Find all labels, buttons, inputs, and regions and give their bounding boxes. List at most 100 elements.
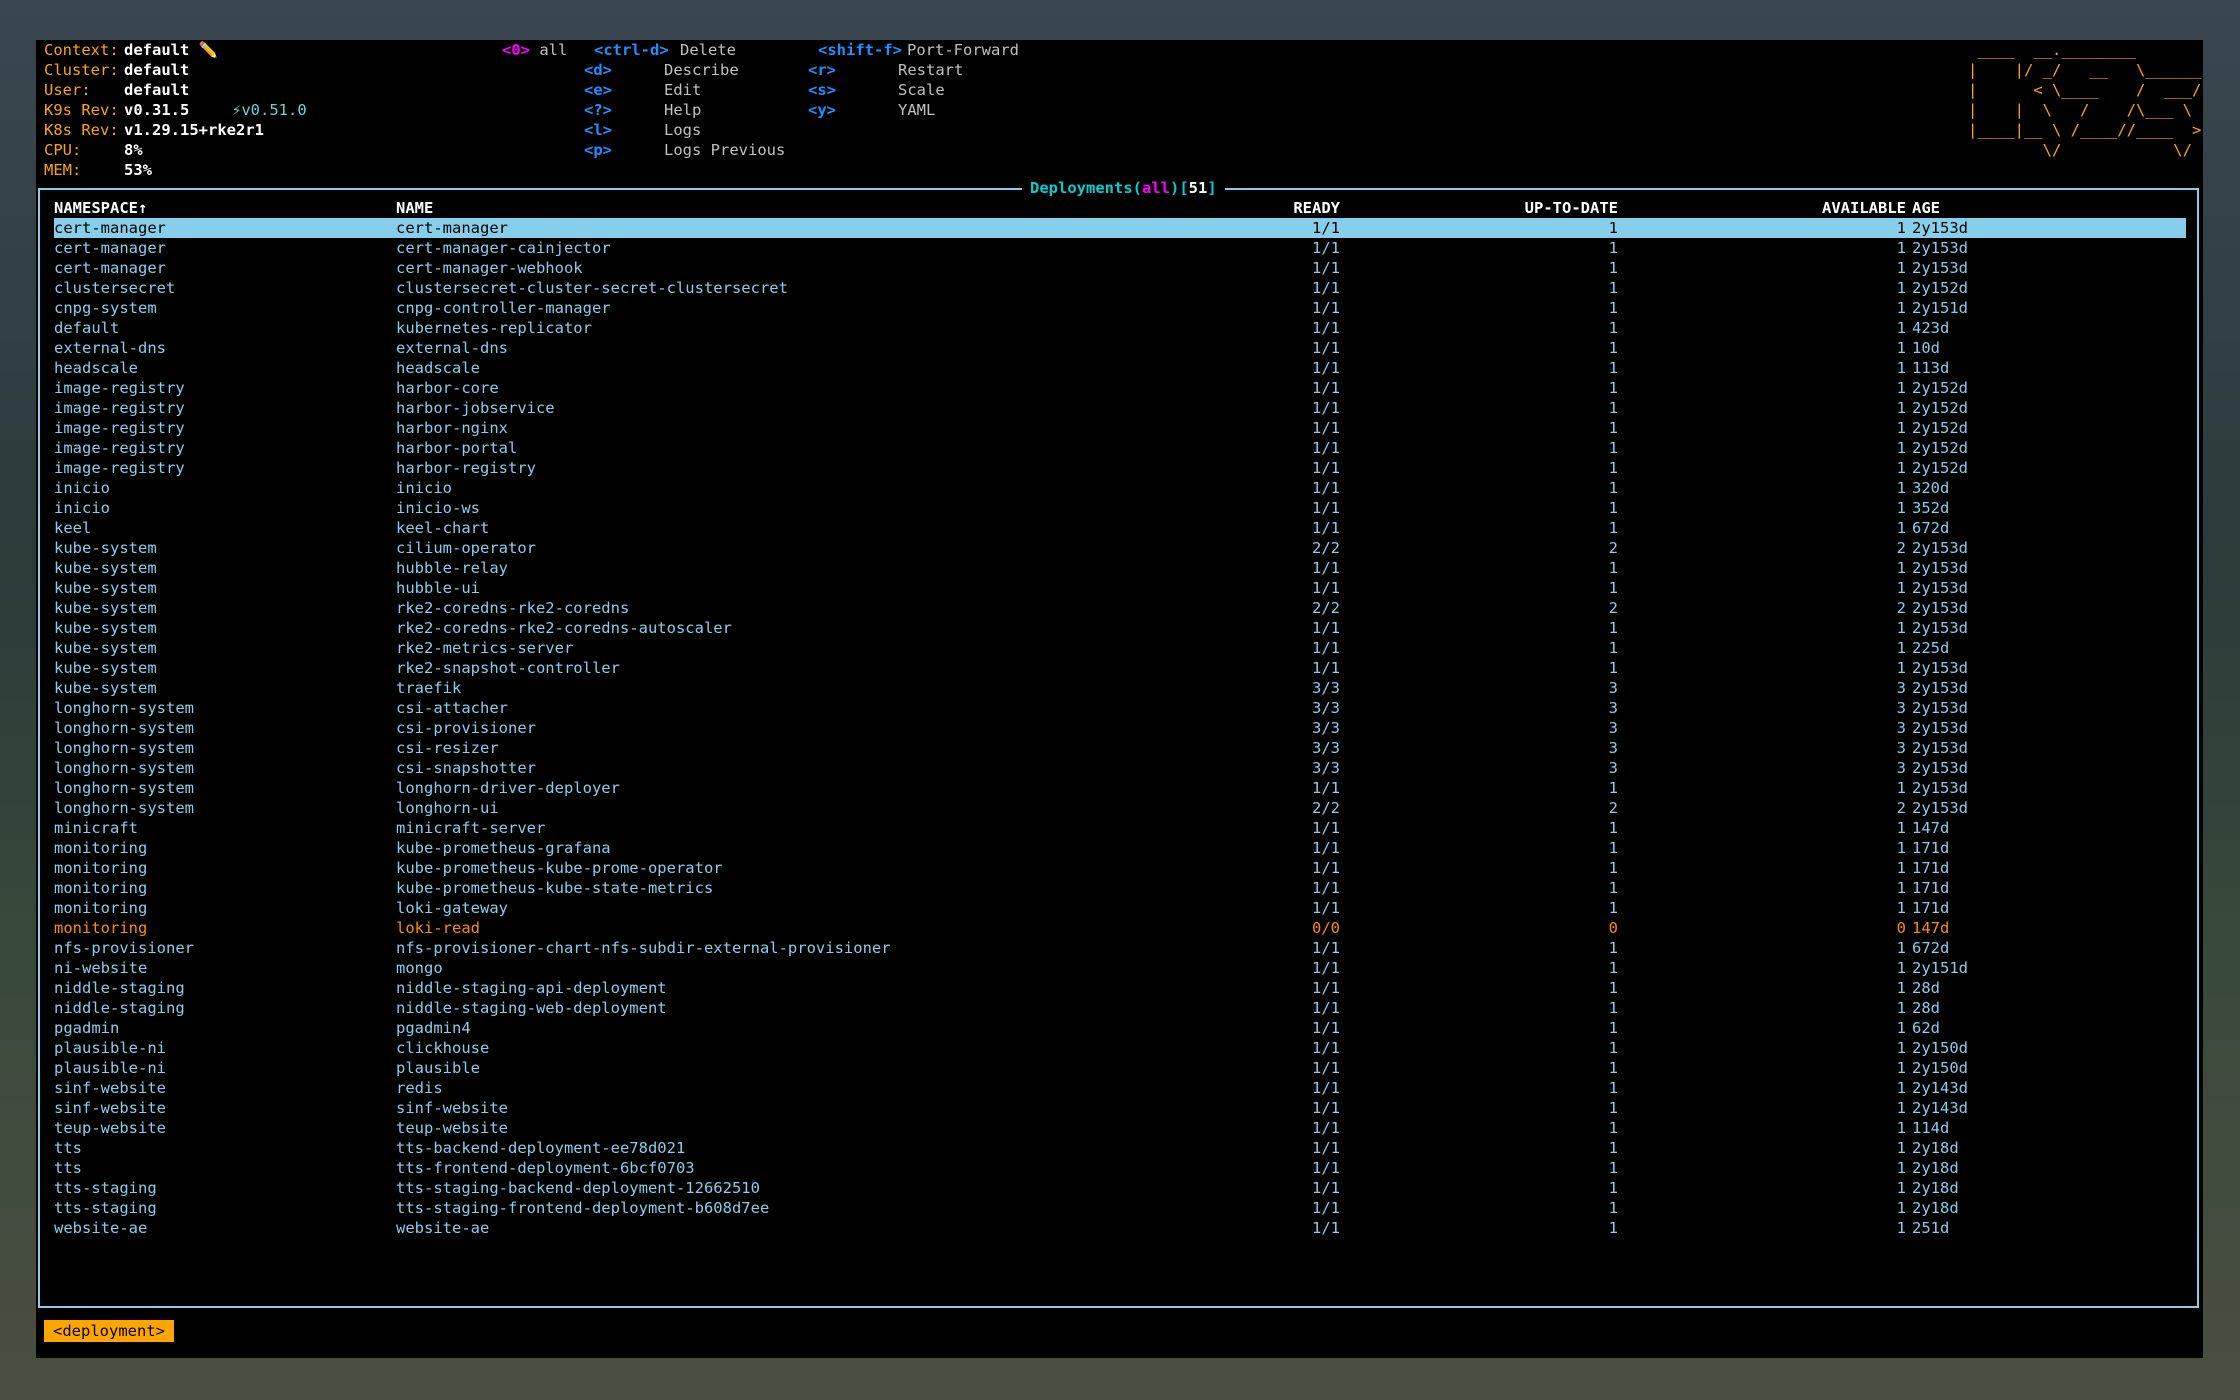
table-row[interactable]: teup-website teup-website 1/1 1 1 114d [54,1118,2186,1138]
column-header-name[interactable]: NAME [396,198,433,218]
cell-up-to-date: 1 [1608,879,1618,897]
cell-available: 3 [1896,759,1906,777]
table-row[interactable]: niddle-staging niddle-staging-web-deploym… [54,998,2186,1018]
table-row[interactable]: kube-system hubble-ui 1/1 1 1 2y153d [54,578,2186,598]
table-row[interactable]: kube-system rke2-coredns-rke2-coredns-aut… [54,618,2186,638]
cell-namespace: tts [54,1159,82,1177]
cell-namespace: kube-system [54,659,157,677]
cell-age: 2y150d [1912,1039,1968,1057]
table-row[interactable]: cnpg-system cnpg-controller-manager 1/1 1 1 2… [54,298,2186,318]
cell-age: 251d [1912,1219,1950,1237]
column-header-available[interactable]: AVAILABLE [1822,198,1906,218]
table-row[interactable]: kube-system rke2-coredns-rke2-coredns 2/2 2… [54,598,2186,618]
table-row[interactable]: monitoring kube-prometheus-grafana 1/1 1 1 17… [54,838,2186,858]
cell-age: 2y153d [1912,719,1968,737]
column-header-up-to-date[interactable]: UP-TO-DATE [1525,198,1618,218]
cell-name: csi-attacher [396,699,508,717]
cell-namespace: tts-staging [54,1179,157,1197]
table-row[interactable]: longhorn-system csi-attacher 3/3 3 3 2y153d [54,698,2186,718]
cell-available: 2 [1896,599,1906,617]
column-header-namespace[interactable]: NAMESPACE↑ [54,198,147,218]
table-row[interactable]: cert-manager cert-manager 1/1 1 1 2y153d [54,218,2186,238]
cell-ready: 1/1 [1312,1079,1340,1097]
table-row[interactable]: tts tts-backend-deployment-ee78d021 1/1 1 1 2… [54,1138,2186,1158]
table-row[interactable]: nfs-provisioner nfs-provisioner-chart-nfs… [54,938,2186,958]
table-row[interactable]: headscale headscale 1/1 1 1 113d [54,358,2186,378]
cell-namespace: ni-website [54,959,148,977]
table-row[interactable]: tts-staging tts-staging-frontend-deployme… [54,1198,2186,1218]
cell-age: 2y153d [1912,599,1968,617]
cell-available: 1 [1896,899,1906,917]
table-row[interactable]: inicio inicio-ws 1/1 1 1 352d [54,498,2186,518]
table-row[interactable]: website-ae website-ae 1/1 1 1 251d [54,1218,2186,1238]
table-row[interactable]: kube-system cilium-operator 2/2 2 2 2y153d [54,538,2186,558]
table-row[interactable]: monitoring kube-prometheus-kube-state-met… [54,878,2186,898]
cell-name: longhorn-driver-deployer [396,779,620,797]
cell-age: 2y153d [1912,559,1968,577]
cell-age: 2y151d [1912,299,1968,317]
table-row[interactable]: sinf-website sinf-website 1/1 1 1 2y143d [54,1098,2186,1118]
column-header-ready[interactable]: READY [1293,198,1340,218]
info-value: default ✏️ [124,41,218,59]
cell-name: harbor-core [396,379,499,397]
table-row[interactable]: tts-staging tts-staging-backend-deploymen… [54,1178,2186,1198]
table-row[interactable]: image-registry harbor-jobservice 1/1 1 1 2y15… [54,398,2186,418]
table-row[interactable]: kube-system rke2-metrics-server 1/1 1 1 225d [54,638,2186,658]
table-row[interactable]: default kubernetes-replicator 1/1 1 1 423d [54,318,2186,338]
cell-up-to-date: 3 [1608,719,1618,737]
table-row[interactable]: cert-manager cert-manager-cainjector 1/1 1 1… [54,238,2186,258]
cell-namespace: monitoring [54,919,148,937]
table-row[interactable]: longhorn-system csi-resizer 3/3 3 3 2y153d [54,738,2186,758]
namespace-hotkey-all[interactable]: <0> all [502,40,567,60]
table-row[interactable]: longhorn-system longhorn-ui 2/2 2 2 2y153d [54,798,2186,818]
cell-available: 1 [1896,999,1906,1017]
table-row[interactable]: kube-system hubble-relay 1/1 1 1 2y153d [54,558,2186,578]
cell-ready: 1/1 [1312,1119,1340,1137]
table-row[interactable]: cert-manager cert-manager-webhook 1/1 1 1 2y1… [54,258,2186,278]
table-row[interactable]: longhorn-system csi-provisioner 3/3 3 3 2y153… [54,718,2186,738]
table-row[interactable]: niddle-staging niddle-staging-api-deploym… [54,978,2186,998]
cell-up-to-date: 1 [1608,339,1618,357]
column-header-age[interactable]: AGE [1912,198,1940,218]
table-row[interactable]: pgadmin pgadmin4 1/1 1 1 62d [54,1018,2186,1038]
table-row[interactable]: monitoring kube-prometheus-kube-prome-ope… [54,858,2186,878]
table-row[interactable]: inicio inicio 1/1 1 1 320d [54,478,2186,498]
table-row[interactable]: external-dns external-dns 1/1 1 1 10d [54,338,2186,358]
table-row[interactable]: image-registry harbor-core 1/1 1 1 2y152d [54,378,2186,398]
cell-age: 2y152d [1912,459,1968,477]
table-row[interactable]: plausible-ni plausible 1/1 1 1 2y150d [54,1058,2186,1078]
table-row[interactable]: sinf-website redis 1/1 1 1 2y143d [54,1078,2186,1098]
table-row[interactable]: image-registry harbor-portal 1/1 1 1 2y152d [54,438,2186,458]
cell-age: 114d [1912,1119,1950,1137]
cell-name: cilium-operator [396,539,536,557]
cell-age: 171d [1912,839,1950,857]
cell-ready: 1/1 [1312,1179,1340,1197]
cell-ready: 0/0 [1312,919,1340,937]
table-row[interactable]: clustersecret clustersecret-cluster-secre… [54,278,2186,298]
table-row[interactable]: monitoring loki-read 0/0 0 0 147d [54,918,2186,938]
table-row[interactable]: monitoring loki-gateway 1/1 1 1 171d [54,898,2186,918]
table-row[interactable]: image-registry harbor-registry 1/1 1 1 2y152d [54,458,2186,478]
table-title-resource: Deployments [1030,179,1133,197]
table-row[interactable]: longhorn-system csi-snapshotter 3/3 3 3 2y153… [54,758,2186,778]
table-row[interactable]: kube-system rke2-snapshot-controller 1/1 1 1… [54,658,2186,678]
table-row[interactable]: plausible-ni clickhouse 1/1 1 1 2y150d [54,1038,2186,1058]
table-row[interactable]: ni-website mongo 1/1 1 1 2y151d [54,958,2186,978]
info-label: K8s Rev: [44,121,119,139]
cell-up-to-date: 1 [1608,419,1618,437]
table-row[interactable]: keel keel-chart 1/1 1 1 672d [54,518,2186,538]
table-row[interactable]: longhorn-system longhorn-driver-deployer 1… [54,778,2186,798]
cell-ready: 2/2 [1312,799,1340,817]
cell-available: 1 [1896,259,1906,277]
table-row[interactable]: kube-system traefik 3/3 3 3 2y153d [54,678,2186,698]
table-row[interactable]: minicraft minicraft-server 1/1 1 1 147d [54,818,2186,838]
cell-ready: 1/1 [1312,559,1340,577]
table-row[interactable]: image-registry harbor-nginx 1/1 1 1 2y152d [54,418,2186,438]
breadcrumb-deployment[interactable]: <deployment> [44,1320,174,1342]
table-row[interactable]: tts tts-frontend-deployment-6bcf0703 1/1 1 1… [54,1158,2186,1178]
cell-up-to-date: 1 [1608,519,1618,537]
cell-up-to-date: 1 [1608,319,1618,337]
cell-ready: 1/1 [1312,419,1340,437]
hotkey-action: Logs [664,121,702,139]
cell-ready: 1/1 [1312,639,1340,657]
